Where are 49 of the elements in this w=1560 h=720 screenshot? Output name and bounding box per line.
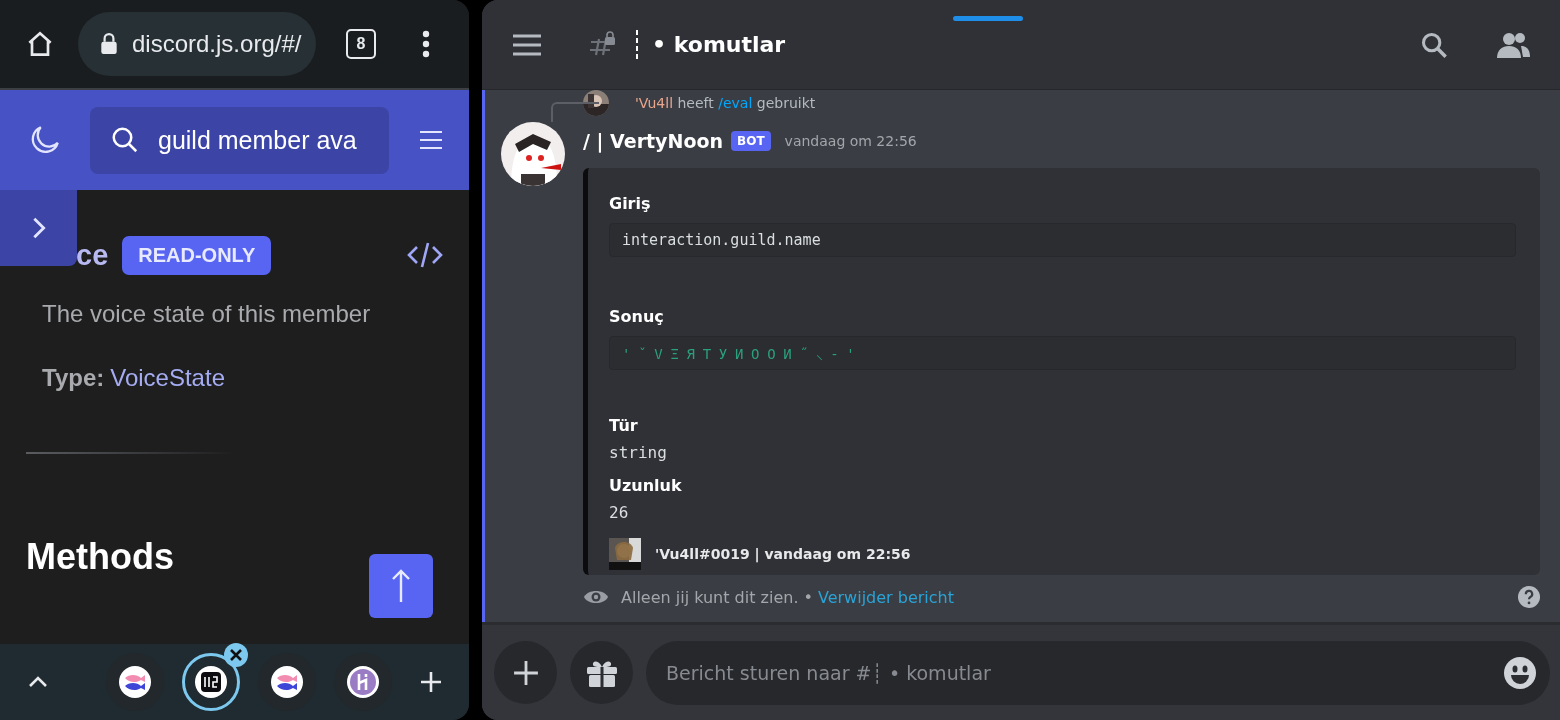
read-only-badge: READ-ONLY	[122, 235, 272, 275]
menu-icon[interactable]	[512, 32, 542, 57]
address-bar[interactable]: discord.js.org/#/	[78, 12, 316, 76]
message-timestamp: vandaag om 22:56	[784, 133, 917, 149]
type-link[interactable]: VoiceState	[110, 364, 225, 391]
code-icon[interactable]	[407, 241, 443, 269]
property-name: ce	[76, 238, 109, 272]
embed-footer: 'Vu4ll#0019 | vandaag om 22:56	[655, 546, 911, 562]
menu-icon[interactable]	[419, 130, 443, 150]
plus-icon[interactable]	[419, 670, 443, 694]
more-menu-icon[interactable]	[422, 30, 430, 58]
help-icon[interactable]	[1518, 586, 1540, 608]
message-input[interactable]: Bericht sturen naar #┊ • komutlar	[646, 640, 1550, 705]
code-block: interaction.guild.name	[609, 223, 1516, 257]
type-label: Type:	[42, 364, 105, 391]
property-description: The voice state of this member	[42, 300, 372, 328]
reply-context: 'Vu4ll heeft /eval gebruikt	[635, 95, 816, 111]
field-value: 26	[609, 503, 630, 522]
code-block: 'ˇVΞЯTУИOOИ˝⸜-'	[609, 336, 1516, 370]
dismiss-message-link[interactable]: Verwijder bericht	[818, 587, 954, 607]
app-logo-icon	[195, 666, 227, 698]
chevron-right-icon	[31, 216, 46, 240]
field-value: string	[609, 443, 668, 462]
fish-icon	[271, 666, 303, 698]
eye-icon	[583, 588, 609, 606]
author-name[interactable]: / | VertyNoon	[583, 130, 724, 152]
search-icon	[110, 125, 140, 155]
channel-name: • komutlar	[652, 32, 786, 57]
field-name: Tür	[609, 416, 639, 435]
lock-icon	[100, 33, 118, 55]
browser-tab[interactable]	[182, 653, 240, 711]
scroll-to-top-button[interactable]	[369, 554, 433, 618]
field-name: Uzunluk	[609, 476, 683, 495]
field-name: Sonuç	[609, 307, 665, 326]
sidebar-toggle[interactable]	[0, 190, 77, 266]
ephemeral-note: Alleen jij kunt dit zien. •	[621, 587, 813, 607]
search-field[interactable]: guild member ava	[90, 106, 389, 174]
plus-icon	[512, 659, 539, 686]
bot-tag: BOT	[731, 131, 771, 151]
tab-count[interactable]: 8	[346, 29, 376, 59]
section-heading: Methods	[26, 536, 175, 578]
search-icon[interactable]	[1420, 30, 1448, 59]
arrow-up-icon	[391, 568, 411, 604]
fish-icon	[119, 666, 151, 698]
close-icon[interactable]	[224, 643, 248, 667]
field-name: Giriş	[609, 194, 652, 213]
chevron-up-icon[interactable]	[28, 676, 48, 688]
emoji-icon[interactable]	[1504, 656, 1536, 689]
members-icon[interactable]	[1496, 30, 1530, 59]
